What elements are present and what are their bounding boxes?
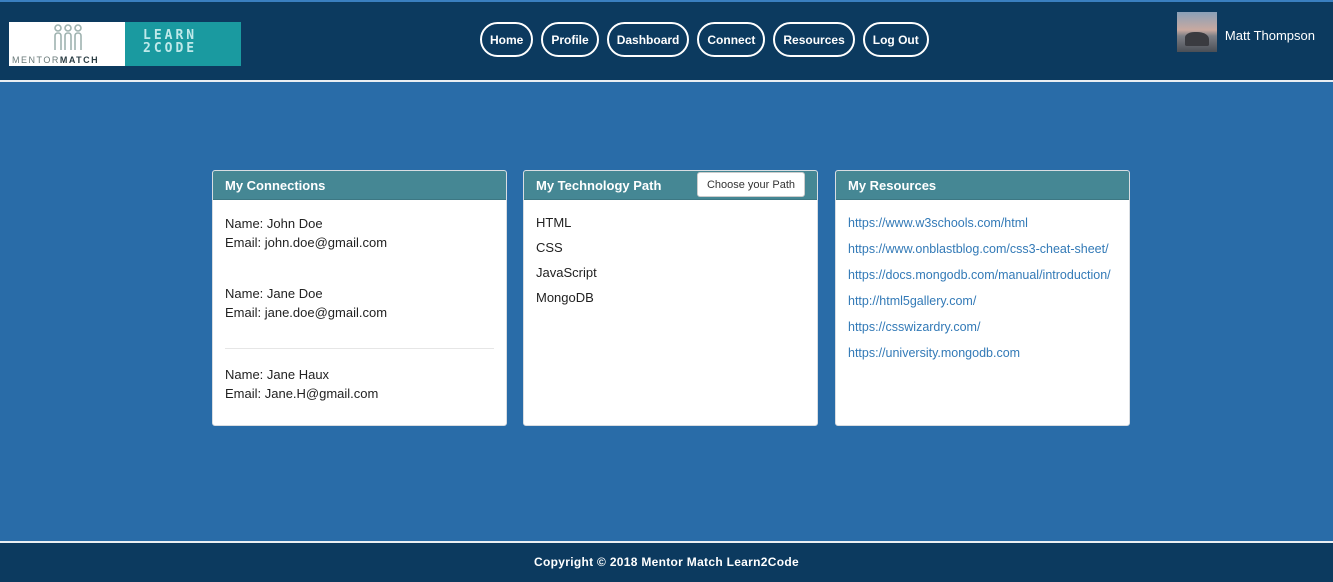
tech-path-item: HTML xyxy=(536,215,572,230)
tech-path-item: CSS xyxy=(536,240,563,255)
resource-link[interactable]: https://docs.mongodb.com/manual/introduc… xyxy=(848,268,1111,282)
user-profile[interactable]: Matt Thompson xyxy=(1176,12,1315,52)
connections-card: My Connections Name: John Doe Email: joh… xyxy=(212,170,507,426)
connection-name: Name: Jane Doe xyxy=(225,286,323,301)
resource-link[interactable]: https://www.w3schools.com/html xyxy=(848,216,1028,230)
mentor-match-logo: MENTORMATCH xyxy=(9,22,125,66)
nav-home-button[interactable]: Home xyxy=(480,22,534,57)
avatar[interactable] xyxy=(1176,12,1217,52)
copyright-text: Copyright © 2018 Mentor Match Learn2Code xyxy=(534,555,799,569)
choose-path-button[interactable]: Choose your Path xyxy=(696,172,805,197)
nav-dashboard-button[interactable]: Dashboard xyxy=(606,22,690,57)
nav-profile-button[interactable]: Profile xyxy=(541,22,599,57)
resources-card: My Resources https://www.w3schools.com/h… xyxy=(835,170,1130,426)
connections-list: Name: John Doe Email: john.doe@gmail.com… xyxy=(213,200,506,417)
resource-link[interactable]: https://university.mongodb.com xyxy=(848,346,1020,360)
nav-resources-button[interactable]: Resources xyxy=(773,22,855,57)
connection-email: Email: jane.doe@gmail.com xyxy=(225,305,388,320)
connection-item: Name: Jane Haux Email: Jane.H@gmail.com xyxy=(225,348,494,403)
connection-name: Name: Jane Haux xyxy=(225,367,330,382)
connections-title: My Connections xyxy=(213,171,506,200)
nav-connect-button[interactable]: Connect xyxy=(697,22,766,57)
site-header: MENTORMATCH LEARN 2CODE Home Profile Das… xyxy=(0,0,1333,82)
connection-email: Email: Jane.H@gmail.com xyxy=(225,386,379,401)
learn2code-logo: LEARN 2CODE xyxy=(125,22,241,66)
connection-item: Name: Jane Doe Email: jane.doe@gmail.com xyxy=(225,284,494,322)
user-name: Matt Thompson xyxy=(1224,28,1315,43)
logo-mentor-text: MENTOR xyxy=(12,55,60,65)
logo-match-text: MATCH xyxy=(59,55,100,65)
logo-learn2code-text: LEARN 2CODE xyxy=(143,28,198,56)
nav-logout-button[interactable]: Log Out xyxy=(862,22,929,57)
site-logo[interactable]: MENTORMATCH LEARN 2CODE xyxy=(9,22,241,66)
resource-link[interactable]: http://html5gallery.com/ xyxy=(848,294,976,308)
people-logo-icon xyxy=(54,24,82,50)
tech-path-item: MongoDB xyxy=(536,290,594,305)
connection-name: Name: John Doe xyxy=(225,216,323,231)
site-footer: Copyright © 2018 Mentor Match Learn2Code xyxy=(0,541,1333,582)
tech-path-list: HTML CSS JavaScript MongoDB xyxy=(524,200,817,310)
tech-path-item: JavaScript xyxy=(536,265,597,280)
resource-link[interactable]: https://csswizardry.com/ xyxy=(848,320,980,334)
connection-email: Email: john.doe@gmail.com xyxy=(225,235,388,250)
tech-path-card: My Technology Path Choose your Path HTML… xyxy=(523,170,818,426)
resources-title: My Resources xyxy=(836,171,1129,200)
main-nav: Home Profile Dashboard Connect Resources… xyxy=(480,22,929,57)
connection-item: Name: John Doe Email: john.doe@gmail.com xyxy=(225,214,494,252)
tech-path-title: My Technology Path xyxy=(536,178,662,193)
resource-link[interactable]: https://www.onblastblog.com/css3-cheat-s… xyxy=(848,242,1109,256)
resources-list: https://www.w3schools.com/html https://w… xyxy=(836,200,1129,366)
